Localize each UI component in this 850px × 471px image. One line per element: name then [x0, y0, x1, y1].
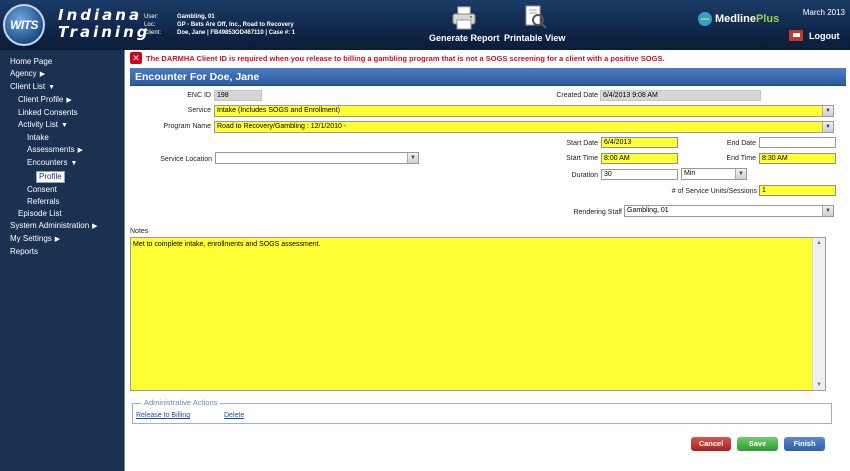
sidebar-item-intake[interactable]: Intake [27, 132, 124, 144]
end-date-field[interactable] [759, 137, 836, 148]
chevron-down-icon[interactable]: ▼ [735, 169, 746, 179]
chevron-down-icon[interactable]: ▼ [822, 122, 833, 132]
enc-id-field: 198 [214, 90, 262, 101]
start-time-label: Start Time [566, 155, 598, 162]
caret-right-icon: ▶ [66, 97, 72, 104]
header-date: March 2013 [802, 8, 845, 17]
magnifier-document-icon [525, 5, 547, 29]
duration-label: Duration [571, 172, 598, 179]
scroll-up-icon[interactable]: ▲ [813, 238, 825, 248]
context-client: Client: Doe, Jane | FB49853OD467110 | Cas… [144, 30, 296, 36]
administrative-actions: Administrative Actions Release to Billin… [132, 398, 832, 424]
chevron-down-icon[interactable]: ▼ [822, 106, 833, 116]
page-title: Encounter For Doe, Jane [130, 68, 846, 86]
delete-link[interactable]: Delete [224, 412, 244, 419]
sidebar-item-system-administration[interactable]: System Administration ▶ [10, 220, 124, 233]
program-name-select[interactable]: Road to Recovery/Gambling : 12/1/2010 - … [214, 121, 834, 133]
notes-scrollbar[interactable]: ▲ ▼ [812, 238, 825, 390]
caret-right-icon: ▶ [54, 236, 61, 243]
logout-icon [789, 30, 803, 41]
program-name-label: Program Name [163, 123, 211, 130]
printable-view-button[interactable]: Printable View [504, 5, 565, 43]
rendering-staff-label: Rendering Staff [573, 209, 622, 216]
release-to-billing-link[interactable]: Release to Billing [136, 412, 190, 419]
end-time-field[interactable]: 8:30 AM [759, 153, 836, 164]
context-user: User: Gambling, 01 [144, 14, 215, 20]
sidebar-item-consent[interactable]: Consent [27, 184, 124, 196]
created-date-label: Created Date [556, 92, 598, 99]
sidebar-item-activity-list[interactable]: Activity List ▼ [18, 119, 124, 132]
app-title-line-2: Training [58, 23, 151, 41]
service-units-field[interactable]: 1 [759, 185, 836, 196]
start-date-field[interactable]: 6/4/2013 [601, 137, 678, 148]
chevron-down-icon[interactable]: ▼ [822, 206, 833, 216]
service-units-label: # of Service Units/Sessions [671, 188, 757, 195]
caret-down-icon: ▼ [61, 122, 68, 129]
sidebar-item-home-page[interactable]: Home Page [10, 56, 124, 68]
sidebar-item-my-settings[interactable]: My Settings ▶ [10, 233, 124, 246]
cancel-button[interactable]: Cancel [691, 437, 731, 451]
sidebar-item-agency[interactable]: Agency ▶ [10, 68, 124, 81]
end-date-label: End Date [726, 140, 756, 147]
service-location-label: Service Location [160, 156, 212, 163]
error-message: ✕ The DARMHA Client ID is required when … [130, 52, 665, 64]
main-content: ✕ The DARMHA Client ID is required when … [126, 50, 850, 471]
start-date-label: Start Date [566, 140, 598, 147]
sidebar-item-client-list[interactable]: Client List ▼ [10, 81, 124, 94]
medlineplus-link[interactable]: Medline Plus [698, 12, 779, 26]
error-icon: ✕ [130, 52, 142, 64]
scroll-down-icon[interactable]: ▼ [813, 380, 825, 390]
service-select[interactable]: Intake (Includes SOGS and Enrollment) ▼ [214, 105, 834, 117]
service-location-select[interactable]: ▼ [215, 152, 419, 164]
printer-icon [452, 6, 476, 30]
sidebar-item-episode-list[interactable]: Episode List [18, 208, 124, 220]
sidebar-item-client-profile[interactable]: Client Profile ▶ [18, 94, 124, 107]
end-time-label: End Time [726, 155, 756, 162]
sidebar-item-profile[interactable]: Profile [36, 171, 65, 183]
service-label: Service [187, 107, 211, 114]
logout-button[interactable]: Logout [789, 30, 840, 41]
wits-logo[interactable]: WITS [3, 4, 45, 46]
sidebar-item-linked-consents[interactable]: Linked Consents [18, 107, 124, 119]
notes-label: Notes [130, 228, 149, 235]
session-context: User: Gambling, 01 Loc: GP - Bets Are Off,… [144, 13, 295, 37]
app-header: WITS Indiana Training User: Gambling, 01 … [0, 0, 850, 50]
context-location: Loc: GP - Bets Are Off, Inc., Road to Rec… [144, 22, 294, 28]
admin-legend: Administrative Actions [141, 398, 221, 407]
caret-right-icon: ▶ [39, 71, 46, 78]
save-button[interactable]: Save [737, 437, 778, 451]
finish-button[interactable]: Finish [784, 437, 825, 451]
app-title: Indiana Training [58, 7, 150, 41]
sidebar-item-referrals[interactable]: Referrals [27, 196, 124, 208]
generate-report-button[interactable]: Generate Report [429, 5, 500, 43]
sidebar-item-encounters[interactable]: Encounters ▼ [27, 157, 124, 170]
sidebar-nav: Home Page Agency ▶ Client List ▼ Client Profi… [0, 50, 125, 471]
caret-right-icon: ▶ [77, 147, 83, 154]
caret-down-icon: ▼ [48, 84, 56, 91]
created-date-field: 6/4/2013 9:08 AM [600, 90, 761, 101]
duration-unit-select[interactable]: Min ▼ [681, 168, 747, 180]
app-title-line-1: Indiana [58, 6, 143, 24]
notes-textarea[interactable]: Met to complete intake, enrollments and … [130, 237, 826, 391]
duration-field[interactable]: 30 [601, 169, 678, 180]
medlineplus-icon [698, 12, 712, 26]
caret-right-icon: ▶ [92, 223, 98, 230]
enc-id-label: ENC ID [187, 92, 211, 99]
caret-down-icon: ▼ [70, 160, 78, 167]
rendering-staff-select[interactable]: Gambling, 01 ▼ [624, 205, 834, 217]
sidebar-item-reports[interactable]: Reports [10, 246, 124, 258]
sidebar-item-assessments[interactable]: Assessments ▶ [27, 144, 124, 157]
start-time-field[interactable]: 8:00 AM [601, 153, 678, 164]
chevron-down-icon[interactable]: ▼ [407, 153, 418, 163]
